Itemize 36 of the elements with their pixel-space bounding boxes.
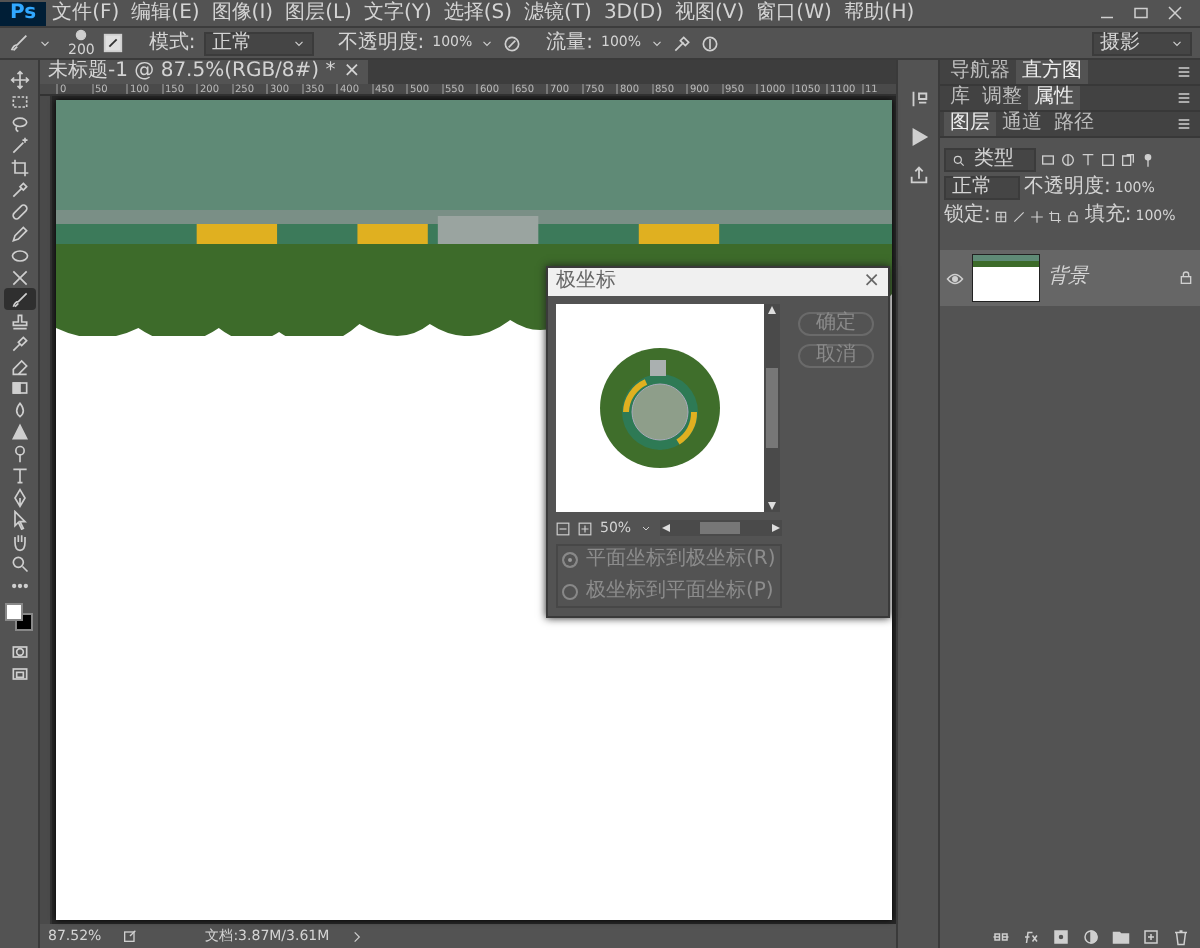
workspace-dropdown[interactable]: 摄影	[1092, 31, 1192, 55]
opacity-label: 不透明度:	[1024, 176, 1111, 200]
panel-tab[interactable]: 库	[944, 86, 976, 110]
menu-item[interactable]: 图像(I)	[205, 1, 280, 25]
app-logo: Ps	[0, 1, 47, 25]
menu-item[interactable]: 滤镜(T)	[518, 1, 598, 25]
panel-tab[interactable]: 导航器	[944, 60, 1016, 84]
panel-tab[interactable]: 调整	[976, 86, 1028, 110]
menu-item[interactable]: 视图(V)	[669, 1, 751, 25]
panel-tab[interactable]: 路径	[1048, 112, 1100, 136]
layer-row[interactable]: 背景	[940, 250, 1200, 306]
blend-mode-dropdown[interactable]: 正常	[944, 176, 1020, 200]
menu-item[interactable]: 文字(Y)	[357, 1, 438, 25]
panel-tab[interactable]: 直方图	[1016, 60, 1088, 84]
document-tab[interactable]: 未标题-1 @ 87.5%(RGB/8#) *	[40, 60, 344, 84]
flow-label: 流量:	[546, 31, 594, 55]
menu-item[interactable]: 帮助(H)	[837, 1, 921, 25]
menu-item[interactable]: 3D(D)	[597, 1, 670, 25]
mode-label: 模式:	[148, 31, 196, 55]
mode-dropdown[interactable]: 正常	[203, 31, 314, 55]
panel-tab[interactable]: 通道	[996, 112, 1048, 136]
menu-item[interactable]: 图层(L)	[279, 1, 358, 25]
filter-dropdown[interactable]: 类型	[944, 148, 1036, 172]
dialog-close[interactable]: ×	[863, 270, 880, 294]
opacity-label: 不透明度:	[337, 31, 425, 55]
fill-label: 填充:	[1084, 204, 1132, 228]
menu-item[interactable]: 编辑(E)	[125, 1, 206, 25]
menu-item[interactable]: 选择(S)	[437, 1, 519, 25]
panel-tab[interactable]: 图层	[944, 112, 996, 136]
menu-item[interactable]: 窗口(W)	[750, 1, 838, 25]
layer-name[interactable]: 背景	[1048, 266, 1088, 290]
tab-close[interactable]: ×	[343, 60, 369, 84]
dialog-title: 极坐标	[556, 270, 616, 294]
lock-label: 锁定:	[944, 204, 991, 228]
menu-item[interactable]: 文件(F)	[46, 1, 126, 25]
panel-tab[interactable]: 属性	[1028, 86, 1080, 110]
